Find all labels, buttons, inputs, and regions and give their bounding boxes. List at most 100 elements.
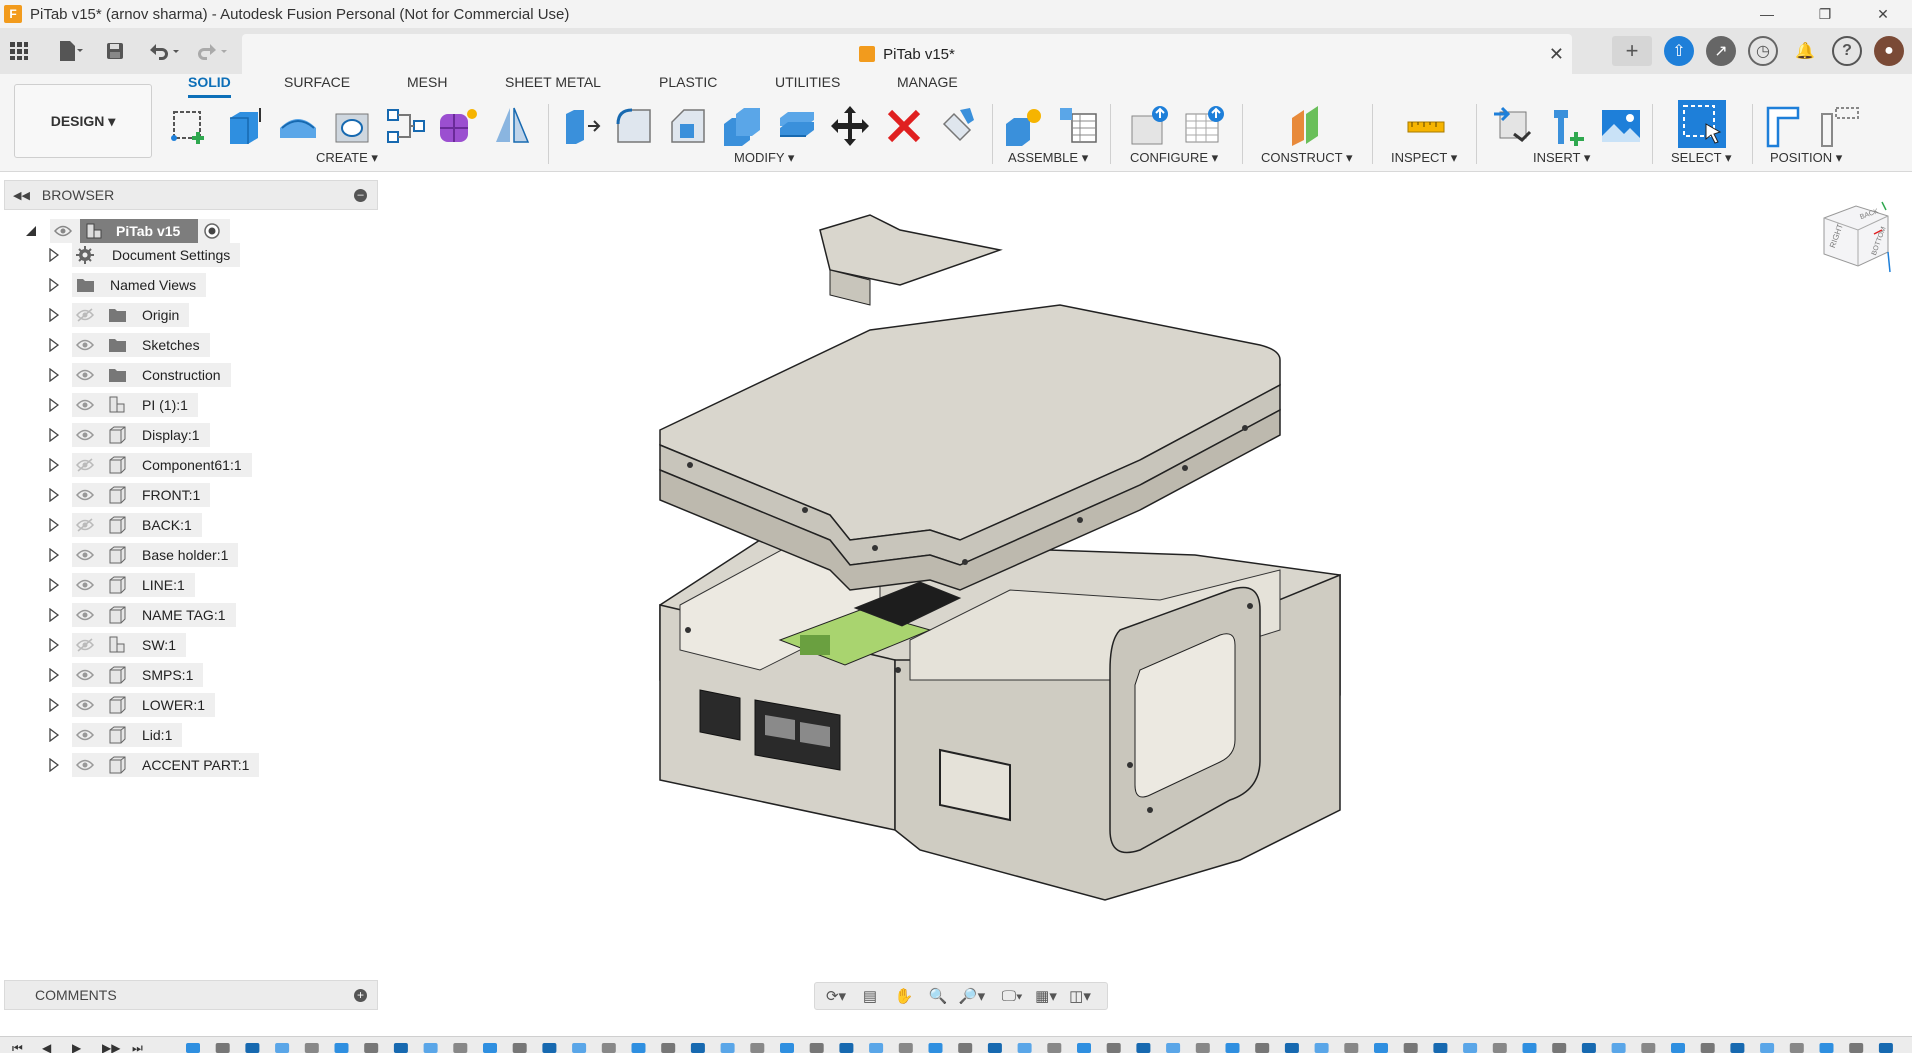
offset-plane-icon[interactable] bbox=[1286, 104, 1330, 148]
3d-model-viewport[interactable] bbox=[640, 210, 1360, 910]
tab-plastic[interactable]: PLASTIC bbox=[659, 74, 717, 98]
expand-triangle-icon[interactable] bbox=[49, 758, 59, 772]
browser-item-pill[interactable]: Component61:1 bbox=[72, 453, 252, 477]
measure-icon[interactable] bbox=[1404, 104, 1448, 148]
view-cube[interactable]: RIGHT BACK BOTTOM bbox=[1816, 196, 1896, 276]
file-menu-icon[interactable] bbox=[56, 36, 86, 66]
modify-menu[interactable]: MODIFY ▾ bbox=[734, 150, 794, 166]
restore-button[interactable]: ❐ bbox=[1796, 0, 1854, 28]
eye-icon[interactable] bbox=[76, 608, 94, 622]
help-icon[interactable]: ? bbox=[1832, 36, 1862, 66]
browser-item-pill[interactable]: SMPS:1 bbox=[72, 663, 204, 687]
assemble-menu[interactable]: ASSEMBLE ▾ bbox=[1008, 150, 1088, 166]
new-tab-plus-icon[interactable]: + bbox=[1612, 36, 1652, 66]
fillet-icon[interactable] bbox=[612, 104, 656, 148]
expand-triangle-icon[interactable] bbox=[49, 608, 59, 622]
eye-hidden-icon[interactable] bbox=[76, 308, 94, 322]
create-sketch-icon[interactable] bbox=[168, 104, 212, 148]
extrude-icon[interactable] bbox=[222, 104, 266, 148]
browser-collapse-icon[interactable]: ◀◀ bbox=[13, 189, 30, 202]
tab-manage[interactable]: MANAGE bbox=[897, 74, 958, 98]
revolve-icon[interactable] bbox=[276, 104, 320, 148]
user-avatar[interactable]: ● bbox=[1874, 36, 1904, 66]
shell-icon[interactable] bbox=[720, 104, 764, 148]
history-clock-icon[interactable]: ◷ bbox=[1748, 36, 1778, 66]
browser-item-pill[interactable]: Document Settings bbox=[72, 243, 241, 267]
eye-icon[interactable] bbox=[76, 578, 94, 592]
appearance-icon[interactable] bbox=[936, 104, 980, 148]
expand-triangle-icon[interactable] bbox=[49, 398, 59, 412]
eye-icon[interactable] bbox=[76, 758, 94, 772]
inspect-menu[interactable]: INSPECT ▾ bbox=[1391, 150, 1457, 166]
press-pull-icon[interactable] bbox=[558, 104, 602, 148]
chamfer-icon[interactable] bbox=[666, 104, 710, 148]
job-status-icon[interactable]: ↗ bbox=[1706, 36, 1736, 66]
undo-icon[interactable] bbox=[144, 36, 184, 66]
save-icon[interactable] bbox=[100, 36, 130, 66]
expand-triangle-icon[interactable] bbox=[49, 728, 59, 742]
browser-item-pill[interactable]: SW:1 bbox=[72, 633, 186, 657]
redo-icon[interactable] bbox=[192, 36, 232, 66]
select-tool-button[interactable] bbox=[1678, 100, 1726, 148]
expand-triangle-icon[interactable] bbox=[49, 278, 59, 292]
configure-menu[interactable]: CONFIGURE ▾ bbox=[1130, 150, 1218, 166]
eye-hidden-icon[interactable] bbox=[76, 638, 94, 652]
configure-rules-icon[interactable] bbox=[1182, 104, 1226, 148]
eye-icon[interactable] bbox=[76, 488, 94, 502]
display-settings-icon[interactable]: 🖵▾ bbox=[997, 985, 1027, 1007]
expand-triangle-icon[interactable] bbox=[49, 308, 59, 322]
eye-icon[interactable] bbox=[76, 398, 94, 412]
expand-triangle-icon[interactable] bbox=[49, 518, 59, 532]
activate-radio-icon[interactable] bbox=[204, 223, 220, 239]
browser-item-pill[interactable]: ACCENT PART:1 bbox=[72, 753, 260, 777]
eye-icon[interactable] bbox=[76, 428, 94, 442]
expand-triangle-icon[interactable] bbox=[49, 458, 59, 472]
expand-triangle-icon[interactable] bbox=[49, 668, 59, 682]
browser-item-pill[interactable]: Construction bbox=[72, 363, 231, 387]
eye-icon[interactable] bbox=[76, 548, 94, 562]
eye-icon[interactable] bbox=[54, 224, 72, 238]
insert-menu[interactable]: INSERT ▾ bbox=[1533, 150, 1590, 166]
construct-menu[interactable]: CONSTRUCT ▾ bbox=[1261, 150, 1353, 166]
revert-position-icon[interactable] bbox=[1818, 104, 1862, 148]
expand-triangle-icon[interactable] bbox=[49, 338, 59, 352]
new-component-icon[interactable] bbox=[1002, 104, 1046, 148]
grid-settings-icon[interactable]: ▦▾ bbox=[1031, 985, 1061, 1007]
browser-item-pill[interactable]: BACK:1 bbox=[72, 513, 202, 537]
browser-item-pill[interactable]: Named Views bbox=[72, 273, 207, 297]
eye-hidden-icon[interactable] bbox=[76, 518, 94, 532]
minimize-button[interactable]: — bbox=[1738, 0, 1796, 28]
eye-icon[interactable] bbox=[76, 368, 94, 382]
close-window-button[interactable]: ✕ bbox=[1854, 0, 1912, 28]
delete-icon[interactable] bbox=[882, 104, 926, 148]
expand-triangle-icon[interactable] bbox=[49, 368, 59, 382]
tab-sheet-metal[interactable]: SHEET METAL bbox=[505, 74, 601, 98]
expand-triangle-icon[interactable] bbox=[49, 548, 59, 562]
eye-icon[interactable] bbox=[76, 728, 94, 742]
combine-icon[interactable] bbox=[774, 104, 818, 148]
comments-panel-header[interactable]: COMMENTS + bbox=[4, 980, 378, 1010]
extensions-icon[interactable]: ⇧ bbox=[1664, 36, 1694, 66]
browser-panel-header[interactable]: ◀◀ BROWSER – bbox=[4, 180, 378, 210]
browser-item-pill[interactable]: Origin bbox=[72, 303, 190, 327]
tab-utilities[interactable]: UTILITIES bbox=[775, 74, 840, 98]
timeline-bar[interactable]: ⏮ ◀ ▶ ▶▶ ⏭ bbox=[0, 1036, 1912, 1053]
notifications-bell-icon[interactable]: 🔔 bbox=[1790, 36, 1820, 66]
tab-surface[interactable]: SURFACE bbox=[284, 74, 350, 98]
expand-triangle-icon[interactable] bbox=[49, 698, 59, 712]
eye-hidden-icon[interactable] bbox=[76, 458, 94, 472]
root-component-pill[interactable]: PiTab v15 bbox=[50, 219, 230, 243]
tab-mesh[interactable]: MESH bbox=[407, 74, 447, 98]
document-tab[interactable]: PiTab v15* ✕ bbox=[242, 34, 1572, 74]
insert-derive-icon[interactable] bbox=[1492, 104, 1536, 148]
insert-canvas-icon[interactable] bbox=[1600, 104, 1644, 148]
configure-table-icon[interactable] bbox=[1128, 104, 1172, 148]
expand-triangle-icon[interactable] bbox=[49, 488, 59, 502]
zoom-icon[interactable]: 🔍 bbox=[923, 985, 953, 1007]
create-menu[interactable]: CREATE ▾ bbox=[316, 150, 378, 166]
browser-item-pill[interactable]: FRONT:1 bbox=[72, 483, 211, 507]
browser-item-pill[interactable]: NAME TAG:1 bbox=[72, 603, 236, 627]
workspace-switcher[interactable]: DESIGN ▾ bbox=[14, 84, 152, 158]
close-tab-icon[interactable]: ✕ bbox=[1549, 44, 1564, 65]
browser-item-pill[interactable]: Sketches bbox=[72, 333, 210, 357]
